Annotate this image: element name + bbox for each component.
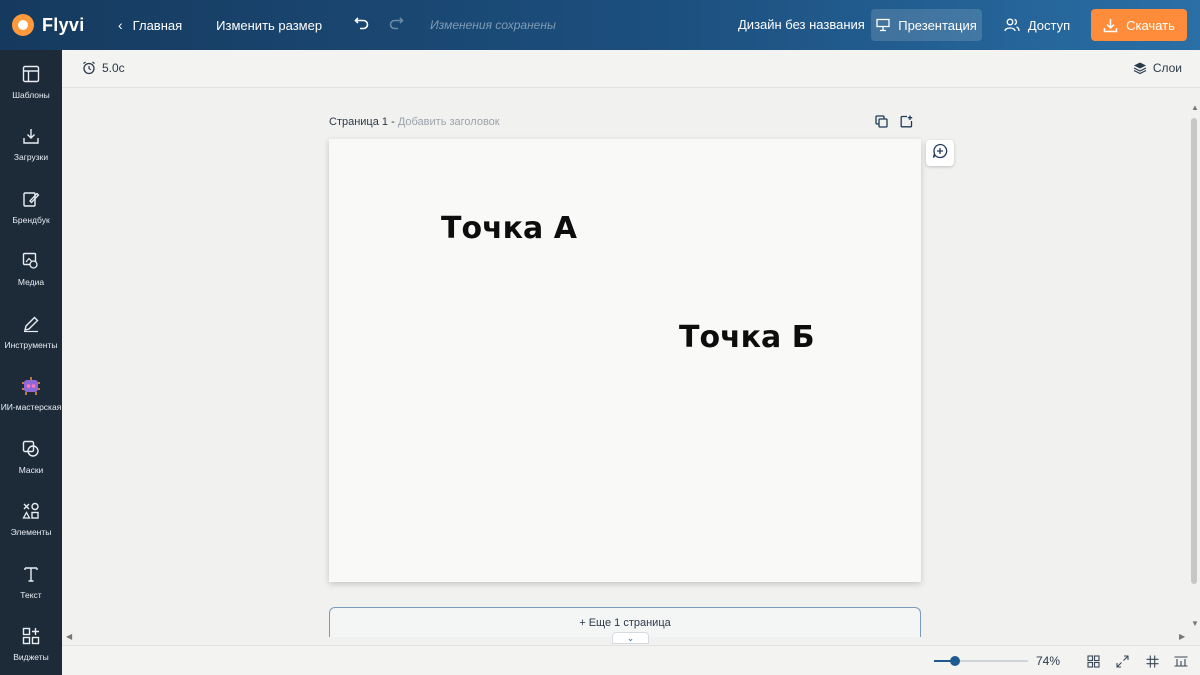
logo[interactable]: Flyvi <box>12 14 108 36</box>
sidebar-item-label: Загрузки <box>13 152 49 163</box>
sidebar-item-brandbook[interactable]: Брендбук <box>0 175 62 238</box>
logo-text: Flyvi <box>42 14 85 35</box>
alarm-clock-icon <box>82 61 96 75</box>
upload-icon <box>20 125 42 147</box>
undo-icon[interactable] <box>352 15 372 36</box>
resize-button[interactable]: Изменить размер <box>216 18 322 33</box>
duplicate-page-icon[interactable] <box>875 115 888 133</box>
scroll-down-icon[interactable]: ▼ <box>1191 619 1199 628</box>
download-button[interactable]: Скачать <box>1091 9 1187 41</box>
sidebar-item-uploads[interactable]: Загрузки <box>0 113 62 176</box>
home-label: Главная <box>132 17 183 33</box>
redo-icon[interactable] <box>386 15 406 36</box>
download-icon <box>1103 18 1118 33</box>
grid-lines-icon[interactable] <box>1145 654 1159 668</box>
sidebar-item-ai-workshop[interactable]: ИИ-мастерская <box>0 363 62 426</box>
add-page-icon[interactable] <box>900 115 913 133</box>
sidebar-item-media[interactable]: Медиа <box>0 238 62 301</box>
comment-plus-icon <box>932 143 948 164</box>
vertical-scrollbar[interactable] <box>1190 104 1198 644</box>
home-link[interactable]: ‹ Главная <box>118 17 182 33</box>
templates-icon <box>20 63 42 85</box>
media-icon <box>20 250 42 272</box>
page-header: Страница 1 - Добавить заголовок <box>329 116 500 128</box>
layers-button[interactable]: Слои <box>1133 61 1182 75</box>
sidebar-item-label: Брендбук <box>12 214 50 225</box>
chevron-down-icon[interactable]: ⌄ <box>612 632 649 644</box>
grid-view-icon[interactable] <box>1086 654 1100 668</box>
bottom-bar: 74% <box>62 645 1200 675</box>
secondary-toolbar: 5.0с Слои <box>62 50 1200 88</box>
sidebar-item-templates[interactable]: Шаблоны <box>0 50 62 113</box>
sidebar-item-label: ИИ-мастерская <box>0 402 62 413</box>
presentation-icon <box>876 18 890 32</box>
zoom-slider-handle[interactable] <box>949 656 960 666</box>
scroll-right-icon[interactable]: ▶ <box>1179 632 1185 641</box>
presentation-button[interactable]: Презентация <box>871 9 982 41</box>
sidebar-item-label: Инструменты <box>4 339 58 350</box>
sidebar-item-label: Виджеты <box>13 652 49 663</box>
add-title-input[interactable]: Добавить заголовок <box>398 116 500 128</box>
brandbook-icon <box>20 188 42 210</box>
scrollbar-thumb[interactable] <box>1191 118 1197 584</box>
sidebar-item-tools[interactable]: Инструменты <box>0 300 62 363</box>
canvas-text-point-a[interactable]: Точка А <box>441 211 577 246</box>
sidebar-item-label: Маски <box>18 464 44 475</box>
masks-icon <box>20 438 42 460</box>
fullscreen-icon[interactable] <box>1115 654 1129 668</box>
elements-icon <box>20 500 42 522</box>
zoom-slider[interactable] <box>934 660 1028 662</box>
sidebar-item-elements[interactable]: Элементы <box>0 488 62 551</box>
sidebar-item-label: Шаблоны <box>12 89 50 100</box>
ai-icon <box>20 375 42 397</box>
layers-icon <box>1133 61 1147 75</box>
sidebar: Шаблоны Загрузки Брендбук Медиа Инструме… <box>0 50 62 675</box>
add-comment-button[interactable] <box>926 140 954 166</box>
scroll-left-icon[interactable]: ◀ <box>66 632 72 641</box>
access-label: Доступ <box>1027 17 1071 33</box>
sidebar-item-masks[interactable]: Маски <box>0 425 62 488</box>
design-name[interactable]: Дизайн без названия <box>738 17 865 32</box>
scroll-up-icon[interactable]: ▲ <box>1191 103 1199 112</box>
layers-label: Слои <box>1152 61 1182 75</box>
sidebar-item-text[interactable]: Текст <box>0 550 62 613</box>
text-icon <box>20 563 42 585</box>
sidebar-item-label: Элементы <box>10 527 52 538</box>
page-tools <box>875 115 913 133</box>
pencil-icon <box>20 313 42 335</box>
page-title: Страница 1 - <box>329 116 395 128</box>
access-button[interactable]: Доступ <box>991 9 1083 41</box>
download-label: Скачать <box>1126 17 1175 33</box>
widgets-icon <box>20 625 42 647</box>
design-canvas[interactable]: Точка А Точка Б <box>329 139 921 582</box>
duration-button[interactable]: 5.0с <box>82 61 125 75</box>
top-bar: Flyvi ‹ Главная Изменить размер Изменени… <box>0 0 1200 50</box>
canvas-text-point-b[interactable]: Точка Б <box>679 320 815 355</box>
sidebar-item-widgets[interactable]: Виджеты <box>0 613 62 675</box>
save-status: Изменения сохранены <box>430 18 556 32</box>
sidebar-item-label: Текст <box>20 589 42 600</box>
users-icon <box>1004 18 1020 32</box>
logo-icon <box>12 14 34 36</box>
chevron-left-icon: ‹ <box>118 17 123 33</box>
presentation-label: Презентация <box>898 17 977 33</box>
sidebar-item-label: Медиа <box>17 277 45 288</box>
ruler-icon[interactable] <box>1174 654 1188 668</box>
zoom-value[interactable]: 74% <box>1036 654 1060 668</box>
duration-value: 5.0с <box>102 61 125 75</box>
